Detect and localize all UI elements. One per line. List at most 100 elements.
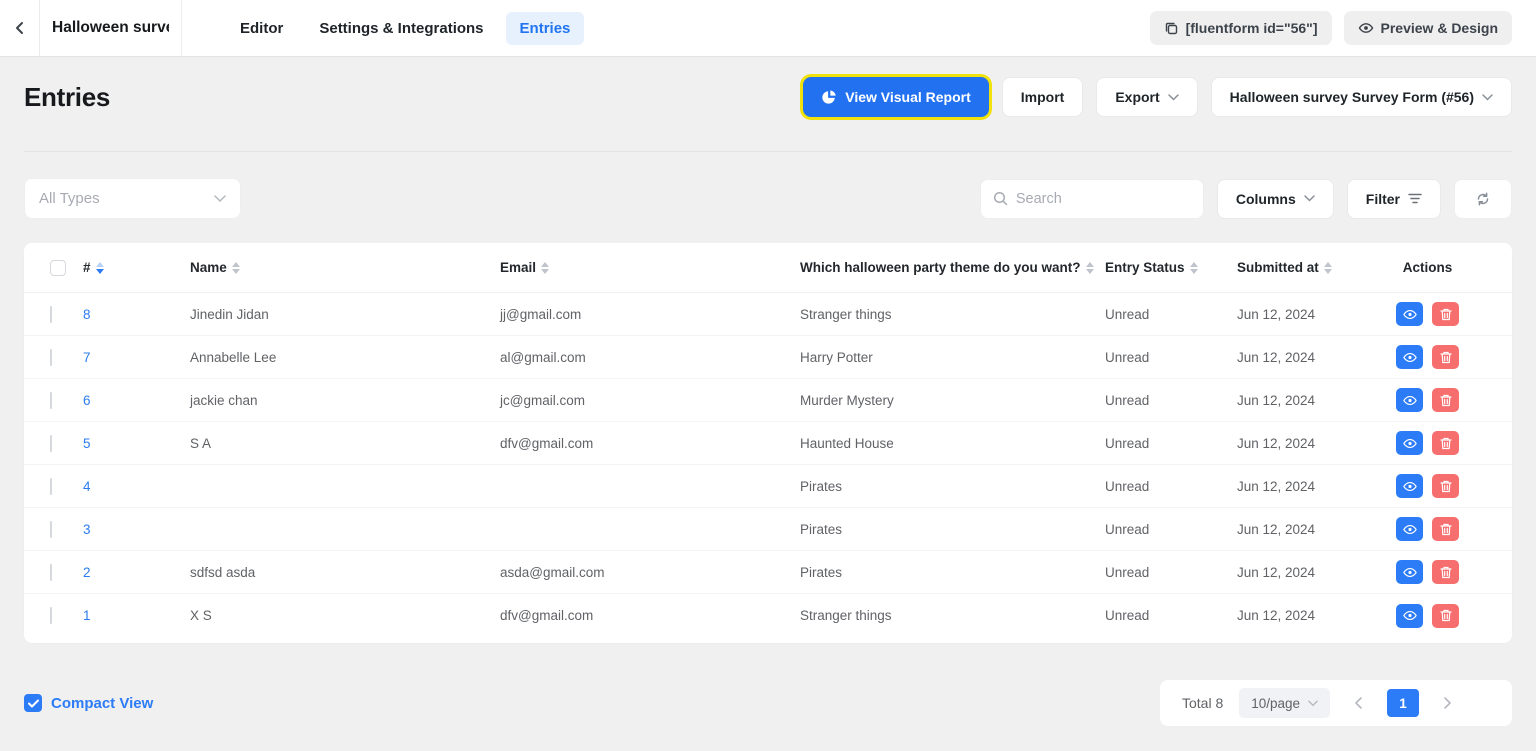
delete-entry-button[interactable] xyxy=(1432,431,1459,455)
delete-entry-button[interactable] xyxy=(1432,302,1459,326)
refresh-icon xyxy=(1475,191,1491,207)
sort-name[interactable] xyxy=(232,262,240,274)
previous-page-button[interactable] xyxy=(1346,697,1371,709)
compact-view-checkbox-checked[interactable] xyxy=(24,694,42,712)
preview-design-button[interactable]: Preview & Design xyxy=(1344,11,1513,45)
delete-entry-button[interactable] xyxy=(1432,388,1459,412)
entry-name: S A xyxy=(190,436,500,451)
row-checkbox[interactable] xyxy=(50,349,52,366)
row-checkbox[interactable] xyxy=(50,478,52,495)
tab-settings-integrations[interactable]: Settings & Integrations xyxy=(305,12,497,45)
tab-entries[interactable]: Entries xyxy=(506,12,585,45)
delete-entry-button[interactable] xyxy=(1432,474,1459,498)
filter-lines-icon xyxy=(1408,193,1422,204)
import-button[interactable]: Import xyxy=(1002,77,1084,117)
entry-submitted-at: Jun 12, 2024 xyxy=(1237,608,1369,623)
delete-entry-button[interactable] xyxy=(1432,345,1459,369)
entry-theme: Stranger things xyxy=(800,608,1105,623)
eye-icon xyxy=(1403,610,1417,621)
filter-button[interactable]: Filter xyxy=(1347,179,1441,219)
trash-icon xyxy=(1440,394,1452,407)
tab-editor[interactable]: Editor xyxy=(226,12,297,45)
view-entry-button[interactable] xyxy=(1396,604,1423,628)
entry-theme: Harry Potter xyxy=(800,350,1105,365)
sort-submitted[interactable] xyxy=(1324,262,1332,274)
chevron-down-icon xyxy=(1308,700,1318,707)
sort-serial[interactable] xyxy=(96,262,104,274)
view-entry-button[interactable] xyxy=(1396,388,1423,412)
entries-table-header: # Name Email Which halloween party theme… xyxy=(24,243,1512,293)
view-entry-button[interactable] xyxy=(1396,431,1423,455)
view-entry-button[interactable] xyxy=(1396,560,1423,584)
export-button[interactable]: Export xyxy=(1096,77,1197,117)
row-checkbox[interactable] xyxy=(50,564,52,581)
select-all-checkbox[interactable] xyxy=(50,260,66,276)
page-size-label: 10/page xyxy=(1251,696,1300,711)
row-checkbox[interactable] xyxy=(50,435,52,452)
entry-name: sdfsd asda xyxy=(190,565,500,580)
form-nav-tabs: Editor Settings & Integrations Entries xyxy=(226,0,584,56)
page-1-button[interactable]: 1 xyxy=(1387,689,1419,717)
chevron-down-icon xyxy=(1304,195,1315,202)
entry-name: Jinedin Jidan xyxy=(190,307,500,322)
entry-email: dfv@gmail.com xyxy=(500,436,800,451)
form-selector-dropdown[interactable]: Halloween survey Survey Form (#56) xyxy=(1211,77,1512,117)
total-count: Total 8 xyxy=(1182,695,1223,711)
entry-serial-link[interactable]: 3 xyxy=(83,522,91,537)
preview-design-label: Preview & Design xyxy=(1381,20,1499,36)
table-row: 8 Jinedin Jidan jj@gmail.com Stranger th… xyxy=(24,293,1512,336)
next-page-button[interactable] xyxy=(1435,697,1460,709)
entry-email: jj@gmail.com xyxy=(500,307,800,322)
entry-name: jackie chan xyxy=(190,393,500,408)
sort-theme[interactable] xyxy=(1086,262,1094,274)
entry-submitted-at: Jun 12, 2024 xyxy=(1237,522,1369,537)
entry-theme: Pirates xyxy=(800,522,1105,537)
eye-icon xyxy=(1403,438,1417,449)
view-entry-button[interactable] xyxy=(1396,345,1423,369)
row-checkbox[interactable] xyxy=(50,306,52,323)
entry-serial-link[interactable]: 5 xyxy=(83,436,91,451)
row-checkbox[interactable] xyxy=(50,607,52,624)
search-input[interactable] xyxy=(1016,191,1203,207)
col-status-label: Entry Status xyxy=(1105,260,1185,275)
view-entry-button[interactable] xyxy=(1396,474,1423,498)
eye-icon xyxy=(1403,352,1417,363)
entry-type-placeholder: All Types xyxy=(39,190,214,207)
entry-serial-link[interactable]: 6 xyxy=(83,393,91,408)
entries-page: Entries View Visual Report Import Export… xyxy=(0,57,1536,726)
entry-theme: Stranger things xyxy=(800,307,1105,322)
row-checkbox[interactable] xyxy=(50,392,52,409)
entry-email: dfv@gmail.com xyxy=(500,608,800,623)
trash-icon xyxy=(1440,351,1452,364)
entry-serial-link[interactable]: 1 xyxy=(83,608,91,623)
columns-button[interactable]: Columns xyxy=(1217,179,1334,219)
view-entry-button[interactable] xyxy=(1396,302,1423,326)
view-visual-report-button[interactable]: View Visual Report xyxy=(803,77,989,117)
entry-serial-link[interactable]: 7 xyxy=(83,350,91,365)
entry-serial-link[interactable]: 2 xyxy=(83,565,91,580)
compact-view-toggle[interactable]: Compact View xyxy=(24,694,153,712)
eye-icon xyxy=(1358,20,1374,36)
form-selector-label: Halloween survey Survey Form (#56) xyxy=(1230,89,1474,105)
compact-view-label: Compact View xyxy=(51,695,153,712)
refresh-button[interactable] xyxy=(1454,179,1512,219)
sort-email[interactable] xyxy=(541,262,549,274)
entry-serial-link[interactable]: 8 xyxy=(83,307,91,322)
entry-status: Unread xyxy=(1105,608,1237,623)
shortcode-copy-button[interactable]: [fluentform id="56"] xyxy=(1150,11,1332,45)
row-checkbox[interactable] xyxy=(50,521,52,538)
page-size-select[interactable]: 10/page xyxy=(1239,688,1330,718)
delete-entry-button[interactable] xyxy=(1432,517,1459,541)
delete-entry-button[interactable] xyxy=(1432,560,1459,584)
view-entry-button[interactable] xyxy=(1396,517,1423,541)
col-serial-label: # xyxy=(83,260,91,275)
entry-type-select[interactable]: All Types xyxy=(24,178,241,219)
entry-serial-link[interactable]: 4 xyxy=(83,479,91,494)
back-button[interactable] xyxy=(0,0,40,56)
delete-entry-button[interactable] xyxy=(1432,604,1459,628)
search-box xyxy=(980,179,1204,219)
sort-status[interactable] xyxy=(1190,262,1198,274)
pagination: Total 8 10/page 1 xyxy=(1160,680,1512,726)
chevron-down-icon xyxy=(214,195,226,203)
entry-submitted-at: Jun 12, 2024 xyxy=(1237,479,1369,494)
